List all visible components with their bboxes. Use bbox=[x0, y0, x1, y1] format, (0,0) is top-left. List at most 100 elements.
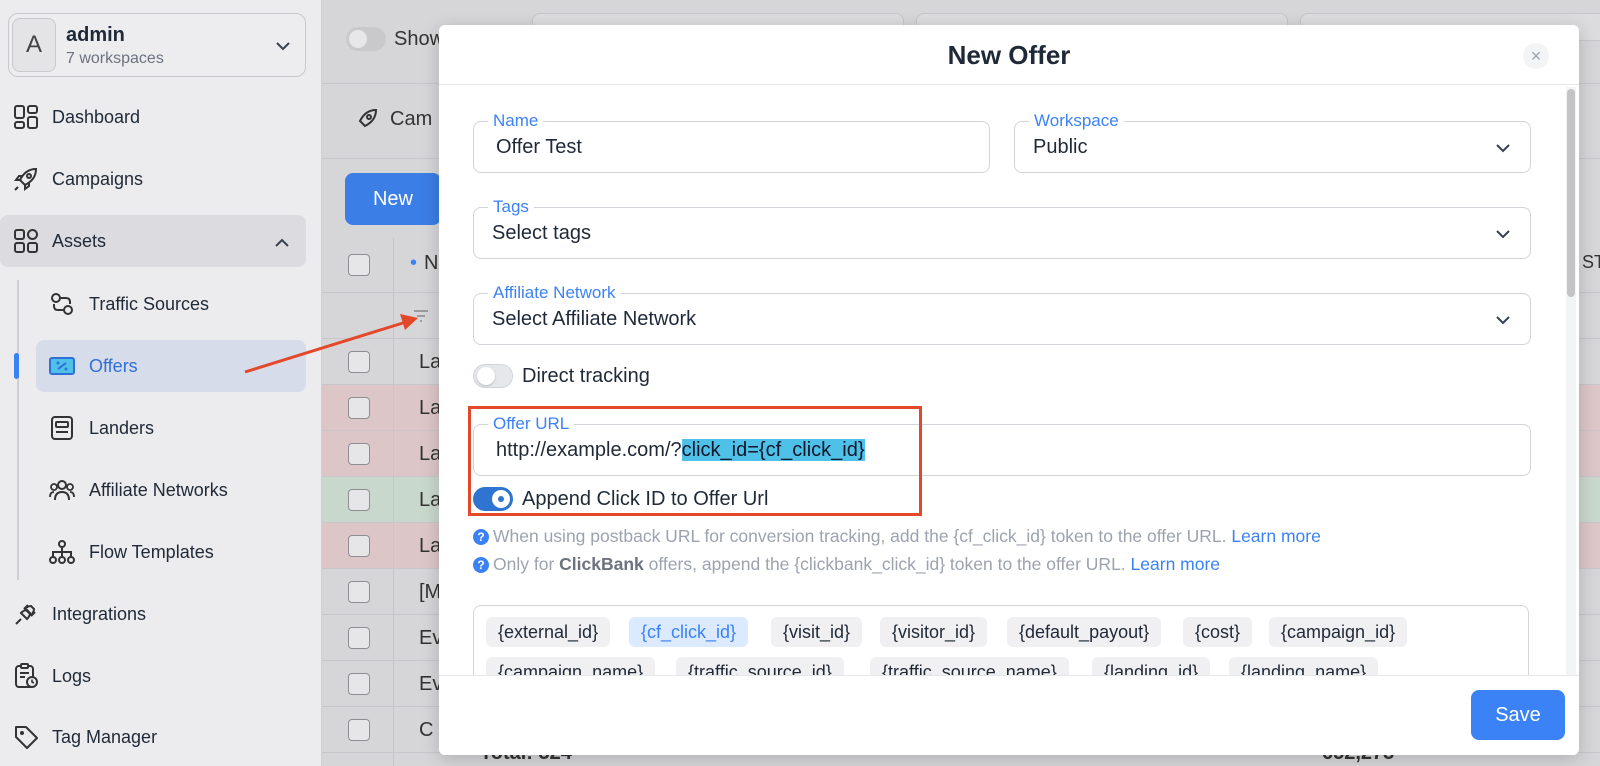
hint-text: Only for bbox=[493, 554, 555, 574]
row-checkbox[interactable] bbox=[348, 351, 370, 373]
sort-dot: • bbox=[410, 252, 418, 274]
offers-icon bbox=[49, 357, 75, 375]
token-chip[interactable]: {campaign_id} bbox=[1269, 617, 1408, 647]
name-label: Name bbox=[488, 111, 544, 131]
rocket-icon bbox=[14, 167, 38, 191]
annotation-highlight-box bbox=[468, 406, 922, 516]
sidebar-item-affiliate-networks[interactable]: Affiliate Networks bbox=[0, 464, 306, 516]
show-toggle[interactable] bbox=[346, 27, 386, 51]
new-offer-modal: New Offer × Name Offer Test Workspace Pu… bbox=[439, 25, 1579, 755]
help-icon: ? bbox=[473, 557, 489, 573]
sidebar-item-dashboard[interactable]: Dashboard bbox=[0, 91, 306, 143]
workspace-label: Workspace bbox=[1029, 111, 1124, 131]
scrollbar-thumb[interactable] bbox=[1567, 89, 1575, 297]
modal-scrollbar[interactable] bbox=[1566, 87, 1576, 697]
learn-more-link[interactable]: Learn more bbox=[1131, 554, 1221, 574]
sidebar-item-label: Dashboard bbox=[52, 106, 141, 127]
row-checkbox[interactable] bbox=[348, 719, 370, 741]
token-chip[interactable]: {external_id} bbox=[486, 617, 611, 647]
token-chip[interactable]: {cf_click_id} bbox=[629, 617, 749, 647]
row-checkbox[interactable] bbox=[348, 443, 370, 465]
postback-hint: ? When using postback URL for conversion … bbox=[473, 526, 1321, 547]
new-button[interactable]: New bbox=[345, 173, 441, 225]
direct-tracking-label: Direct tracking bbox=[522, 365, 650, 387]
show-label: Show bbox=[394, 28, 445, 50]
affiliate-network-placeholder: Select Affiliate Network bbox=[492, 308, 697, 330]
sidebar-item-label: Traffic Sources bbox=[89, 293, 210, 314]
users-icon bbox=[49, 480, 75, 501]
row-name: La bbox=[419, 535, 442, 557]
tag-icon bbox=[15, 726, 38, 749]
row-name: La bbox=[419, 397, 442, 419]
token-chip[interactable]: {visitor_id} bbox=[880, 617, 988, 647]
row-checkbox[interactable] bbox=[348, 581, 370, 603]
sidebar-item-label: Integrations bbox=[52, 603, 147, 624]
learn-more-link[interactable]: Learn more bbox=[1231, 526, 1321, 546]
row-checkbox[interactable] bbox=[348, 673, 370, 695]
direct-tracking-toggle[interactable] bbox=[473, 364, 513, 388]
sidebar-item-traffic-sources[interactable]: Traffic Sources bbox=[0, 278, 306, 330]
tags-select[interactable]: Tags Select tags bbox=[473, 197, 1531, 259]
sidebar-item-label: Assets bbox=[52, 230, 107, 251]
sidebar-item-logs[interactable]: Logs bbox=[0, 650, 306, 702]
sidebar-item-campaigns[interactable]: Campaigns bbox=[0, 153, 306, 205]
clickbank-brand: ClickBank bbox=[559, 554, 644, 574]
chevron-down-icon bbox=[276, 42, 290, 51]
sidebar-item-label: Logs bbox=[52, 665, 92, 686]
column-header[interactable]: N bbox=[424, 252, 438, 275]
affiliate-network-label: Affiliate Network bbox=[488, 283, 621, 303]
plug-icon bbox=[15, 604, 36, 625]
sidebar: A admin 7 workspaces Dashboard Campaigns… bbox=[0, 0, 322, 766]
workspace-switcher[interactable]: A admin 7 workspaces bbox=[8, 13, 306, 77]
flow-icon bbox=[49, 540, 75, 564]
sidebar-item-tag-manager[interactable]: Tag Manager bbox=[0, 711, 306, 763]
save-button[interactable]: Save bbox=[1471, 690, 1565, 740]
affiliate-network-select[interactable]: Affiliate Network Select Affiliate Netwo… bbox=[473, 283, 1531, 345]
token-chip[interactable]: {default_payout} bbox=[1007, 617, 1162, 647]
sidebar-item-label: Campaigns bbox=[52, 168, 144, 189]
close-icon[interactable]: × bbox=[1523, 43, 1549, 69]
logs-icon bbox=[15, 663, 38, 688]
chevron-down-icon bbox=[1496, 230, 1510, 239]
row-name: La bbox=[419, 443, 442, 465]
sidebar-item-label: Landers bbox=[89, 417, 155, 438]
row-name: C bbox=[419, 719, 434, 741]
modal-footer bbox=[439, 675, 1579, 755]
modal-title: New Offer bbox=[439, 25, 1579, 85]
sidebar-item-offers[interactable]: Offers bbox=[36, 340, 306, 392]
row-name: La bbox=[419, 489, 442, 511]
row-checkbox[interactable] bbox=[348, 489, 370, 511]
avatar: A bbox=[12, 18, 56, 72]
dashboard-icon bbox=[14, 105, 38, 129]
clickbank-hint: ? Only for ClickBank offers, append the {… bbox=[473, 554, 1220, 575]
sidebar-item-label: Offers bbox=[89, 355, 138, 376]
name-value: Offer Test bbox=[496, 136, 582, 158]
workspace-user-name: admin bbox=[66, 24, 125, 46]
column-divider bbox=[393, 238, 394, 766]
tags-label: Tags bbox=[488, 197, 534, 217]
select-all-checkbox[interactable] bbox=[348, 254, 370, 276]
landers-icon bbox=[51, 416, 73, 440]
traffic-sources-icon bbox=[51, 293, 73, 315]
sidebar-item-landers[interactable]: Landers bbox=[0, 402, 306, 454]
chevron-down-icon bbox=[1496, 144, 1510, 153]
token-chip[interactable]: {cost} bbox=[1183, 617, 1253, 647]
active-indicator bbox=[14, 353, 19, 379]
sidebar-item-integrations[interactable]: Integrations bbox=[0, 588, 306, 640]
row-checkbox[interactable] bbox=[348, 627, 370, 649]
sidebar-item-label: Tag Manager bbox=[52, 726, 158, 747]
token-chip[interactable]: {visit_id} bbox=[771, 617, 863, 647]
help-icon: ? bbox=[473, 529, 489, 545]
workspace-select[interactable]: Workspace Public bbox=[1014, 111, 1531, 173]
tab-campaigns[interactable]: Cam bbox=[390, 108, 432, 131]
sidebar-item-label: Affiliate Networks bbox=[89, 479, 228, 500]
row-name: [M bbox=[419, 581, 442, 603]
sidebar-item-assets[interactable]: Assets bbox=[0, 215, 306, 267]
filter-icon[interactable] bbox=[412, 307, 430, 325]
chevron-up-icon bbox=[275, 238, 289, 247]
chevron-down-icon bbox=[1496, 316, 1510, 325]
sidebar-item-flow-templates[interactable]: Flow Templates bbox=[0, 526, 306, 578]
row-checkbox[interactable] bbox=[348, 397, 370, 419]
row-checkbox[interactable] bbox=[348, 535, 370, 557]
name-field[interactable]: Name Offer Test bbox=[473, 111, 990, 173]
